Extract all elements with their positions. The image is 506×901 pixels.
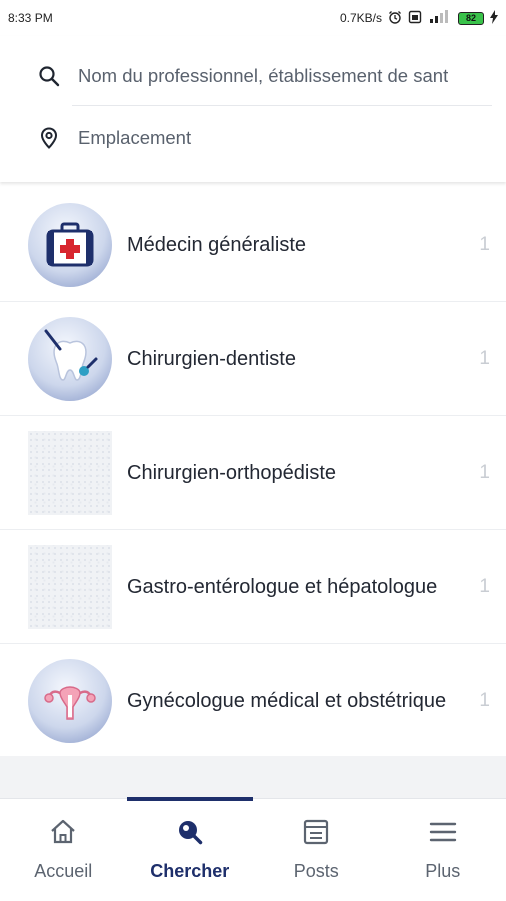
location-pin-icon [38,127,60,149]
nav-label: Accueil [34,861,92,882]
nav-search[interactable]: Chercher [127,799,254,901]
bottom-navigation: Accueil Chercher Posts Plus [0,798,506,901]
home-icon [48,817,78,847]
specialty-count: 1 [479,530,490,643]
status-time: 8:33 PM [8,11,53,25]
nav-label: Chercher [150,861,229,882]
location-placeholder: Emplacement [78,127,191,149]
tooth-icon [28,317,112,401]
charging-icon [490,10,498,27]
signal-icon [428,10,452,27]
specialty-thumbnail [28,659,112,743]
list-item[interactable]: Chirurgien-orthopédiste 1 [0,416,506,530]
search-icon [175,817,205,847]
search-icon [38,65,60,87]
nav-label: Posts [294,861,339,882]
specialty-thumbnail [28,317,112,401]
nav-more[interactable]: Plus [380,799,506,901]
image-placeholder [28,431,112,515]
network-speed: 0.7KB/s [340,11,382,25]
nav-label: Plus [425,861,460,882]
image-placeholder [28,545,112,629]
sim-icon [408,10,422,27]
specialty-count: 1 [479,644,490,758]
list-item[interactable]: Gynécologue médical et obstétrique 1 [0,644,506,758]
specialty-thumbnail [28,545,112,629]
specialty-thumbnail [28,431,112,515]
specialty-count: 1 [479,302,490,415]
specialty-label: Chirurgien-orthopédiste [127,416,457,529]
search-input[interactable]: Nom du professionnel, établissement de s… [38,58,490,94]
status-icons: 0.7KB/s 82 [340,10,498,27]
specialty-label: Gastro-entérologue et hépatologue [127,530,457,643]
list-item[interactable]: Chirurgien-dentiste 1 [0,302,506,416]
specialty-label: Médecin généraliste [127,188,457,301]
specialty-count: 1 [479,188,490,301]
active-tab-indicator [127,797,254,801]
specialty-thumbnail [28,203,112,287]
search-panel: Nom du professionnel, établissement de s… [0,36,506,182]
specialty-label: Chirurgien-dentiste [127,302,457,415]
list-item[interactable]: Gastro-entérologue et hépatologue 1 [0,530,506,644]
list-footer-space [0,756,506,798]
search-placeholder: Nom du professionnel, établissement de s… [78,65,448,87]
status-bar: 8:33 PM 0.7KB/s 82 [0,0,506,36]
divider [72,105,492,106]
specialty-list: Médecin généraliste 1 Chirurgien-dentist… [0,188,506,756]
medical-kit-icon [28,203,112,287]
battery-indicator: 82 [458,12,484,25]
list-item[interactable]: Médecin généraliste 1 [0,188,506,302]
posts-icon [301,817,331,847]
alarm-icon [388,10,402,27]
specialty-count: 1 [479,416,490,529]
nav-posts[interactable]: Posts [253,799,380,901]
nav-home[interactable]: Accueil [0,799,127,901]
menu-icon [428,817,458,847]
uterus-icon [28,659,112,743]
location-input[interactable]: Emplacement [38,120,191,156]
specialty-label: Gynécologue médical et obstétrique [127,644,457,758]
